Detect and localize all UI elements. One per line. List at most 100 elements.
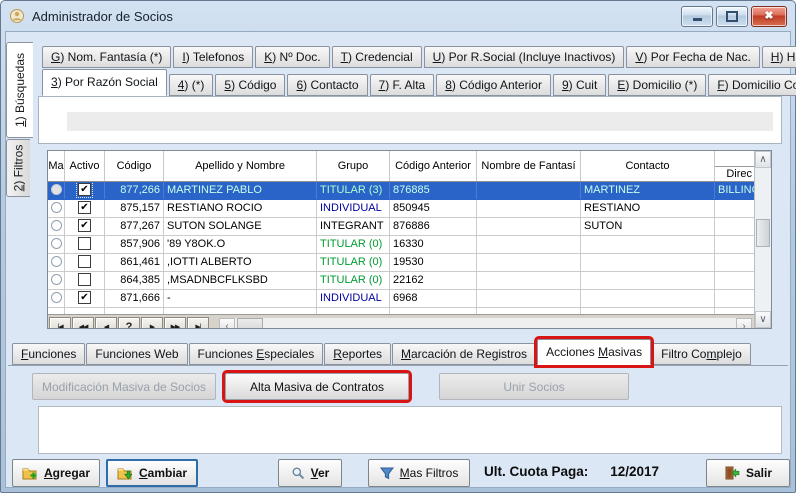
search-tab-f-domicilio-cob[interactable]: F) Domicilio Cob. bbox=[708, 74, 796, 96]
function-tab-filtro-complejo[interactable]: Filtro Complejo bbox=[652, 343, 751, 365]
search-tab-3-por-razon-social[interactable]: 3) Por Razón Social bbox=[42, 69, 167, 96]
checkbox[interactable] bbox=[78, 255, 91, 268]
column-header-ma[interactable]: Ma bbox=[48, 151, 65, 181]
ver-button[interactable]: Ver bbox=[278, 459, 342, 487]
radio[interactable] bbox=[51, 220, 62, 231]
client-area: 1) Búsquedas2) Filtros G) Nom. Fantasía … bbox=[5, 31, 791, 488]
search-tab-t-credencial[interactable]: T) Credencial bbox=[332, 46, 422, 68]
search-tab-u-por-r-social-incluye-inactivos[interactable]: U) Por R.Social (Incluye Inactivos) bbox=[424, 46, 625, 68]
cell-contacto bbox=[581, 254, 715, 271]
cell-activo: ✔ bbox=[65, 218, 105, 235]
function-tab-funciones-web[interactable]: Funciones Web bbox=[86, 343, 187, 365]
cell-direccion: BILLINGHURT 66 bbox=[715, 182, 754, 199]
cell-marker bbox=[48, 218, 65, 235]
maximize-button[interactable] bbox=[716, 6, 748, 27]
checkbox[interactable]: ✔ bbox=[78, 183, 91, 196]
grid-header: MaActivoCódigoApellido y NombreGrupoCódi… bbox=[48, 151, 754, 182]
vertical-scroll-thumb[interactable] bbox=[756, 219, 770, 247]
radio[interactable] bbox=[51, 292, 62, 303]
search-tab-i-telefonos[interactable]: I) Telefonos bbox=[173, 46, 253, 68]
column-header-codigo-anterior[interactable]: Código Anterior bbox=[390, 151, 477, 181]
search-tab-8-codigo-anterior[interactable]: 8) Código Anterior bbox=[436, 74, 551, 96]
vertical-scrollbar[interactable]: ∧ ∨ bbox=[754, 151, 771, 328]
salir-button[interactable]: Salir bbox=[706, 459, 790, 487]
radio[interactable] bbox=[51, 256, 62, 267]
side-tab-2-filtros[interactable]: 2) Filtros bbox=[6, 139, 30, 197]
nav-search-button[interactable]: ? bbox=[118, 317, 140, 328]
grid-row[interactable]: ✔871,666-INDIVIDUAL6968 bbox=[48, 290, 754, 308]
cambiar-button[interactable]: Cambiar bbox=[106, 459, 198, 487]
cell-nombre: RESTIANO ROCIO bbox=[164, 200, 317, 217]
search-tab-e-domicilio[interactable]: E) Domicilio (*) bbox=[608, 74, 706, 96]
cell-fantasia bbox=[477, 236, 581, 253]
close-button[interactable]: ✖ bbox=[751, 6, 787, 27]
search-tab-k-n-doc[interactable]: K) Nº Doc. bbox=[255, 46, 329, 68]
checkbox[interactable] bbox=[78, 237, 91, 250]
nav-last-button[interactable]: ▶| bbox=[187, 317, 209, 328]
function-tab-reportes[interactable]: Reportes bbox=[324, 343, 391, 365]
modificacion-masiva-de-socios-button: Modificación Masiva de Socios bbox=[32, 373, 216, 400]
search-tab-v-por-fecha-de-nac[interactable]: V) Por Fecha de Nac. bbox=[626, 46, 759, 68]
column-header-direc[interactable]: Direc bbox=[715, 151, 754, 181]
horizontal-scroll-thumb[interactable] bbox=[237, 318, 263, 328]
side-tab-1-busquedas[interactable]: 1) Búsquedas bbox=[6, 42, 33, 138]
scroll-left-icon[interactable]: ‹ bbox=[219, 318, 235, 328]
search-tab-4[interactable]: 4) (*) bbox=[169, 74, 214, 96]
scroll-down-icon[interactable]: ∨ bbox=[755, 311, 771, 328]
radio[interactable] bbox=[51, 184, 62, 195]
search-input[interactable] bbox=[67, 112, 773, 131]
ultima-cuota: Ult. Cuota Paga: 12/2017 bbox=[484, 464, 659, 479]
search-tab-h-huella-dactilar[interactable]: H) Huella Dactilar bbox=[762, 46, 796, 68]
checkbox[interactable]: ✔ bbox=[78, 201, 91, 214]
grid-row[interactable]: ✔877,266MARTINEZ PABLOTITULAR (3)876885M… bbox=[48, 182, 754, 200]
nav-next-page-button[interactable]: ▶▶ bbox=[164, 317, 186, 328]
nav-prior-button[interactable]: ◀ bbox=[95, 317, 117, 328]
title-bar[interactable]: Administrador de Socios ✖ bbox=[1, 1, 795, 31]
function-tab-marcacion-de-registros[interactable]: Marcación de Registros bbox=[392, 343, 536, 365]
nav-first-button[interactable]: |◀ bbox=[49, 317, 71, 328]
column-header-codigo[interactable]: Código bbox=[105, 151, 164, 181]
cell-marker bbox=[48, 290, 65, 307]
grid-row[interactable]: 857,906'89 Y8OK.OTITULAR (0)16330 bbox=[48, 236, 754, 254]
nav-next-button[interactable]: ▶ bbox=[141, 317, 163, 328]
column-header-apellido-y-nombre[interactable]: Apellido y Nombre bbox=[164, 151, 317, 181]
grid-row[interactable]: ✔875,157RESTIANO ROCIOINDIVIDUAL850945RE… bbox=[48, 200, 754, 218]
search-tab-g-nom-fantasia[interactable]: G) Nom. Fantasía (*) bbox=[42, 46, 171, 68]
search-tab-6-contacto[interactable]: 6) Contacto bbox=[287, 74, 367, 96]
column-header-grupo[interactable]: Grupo bbox=[317, 151, 390, 181]
function-tab-funciones[interactable]: Funciones bbox=[12, 343, 85, 365]
scroll-up-icon[interactable]: ∧ bbox=[755, 151, 771, 168]
grid-row[interactable]: 861,461,IOTTI ALBERTOTITULAR (0)19530 bbox=[48, 254, 754, 272]
column-header-contacto[interactable]: Contacto bbox=[581, 151, 715, 181]
search-tab-9-cuit[interactable]: 9) Cuit bbox=[553, 74, 606, 96]
members-grid: MaActivoCódigoApellido y NombreGrupoCódi… bbox=[47, 150, 772, 329]
grid-row[interactable]: ✔877,267SUTON SOLANGEINTEGRANT876886SUTO… bbox=[48, 218, 754, 236]
radio[interactable] bbox=[51, 238, 62, 249]
nav-prior-page-button[interactable]: ◀◀ bbox=[72, 317, 94, 328]
scroll-right-icon[interactable]: › bbox=[736, 318, 752, 328]
agregar-button[interactable]: Agregar bbox=[12, 459, 100, 487]
horizontal-scrollbar[interactable]: ‹ › bbox=[219, 318, 752, 328]
checkbox[interactable]: ✔ bbox=[78, 219, 91, 232]
checkbox[interactable] bbox=[78, 273, 91, 286]
search-tab-5-codigo[interactable]: 5) Código bbox=[215, 74, 285, 96]
search-tab-7-f-alta[interactable]: 7) F. Alta bbox=[370, 74, 435, 96]
vertical-scroll-track[interactable] bbox=[755, 168, 771, 311]
minimize-button[interactable] bbox=[681, 6, 713, 27]
alta-masiva-de-contratos-button[interactable]: Alta Masiva de Contratos bbox=[225, 373, 409, 400]
radio[interactable] bbox=[51, 274, 62, 285]
column-header-nombre-de-fantasi[interactable]: Nombre de Fantasí bbox=[477, 151, 581, 181]
column-header-activo[interactable]: Activo bbox=[65, 151, 105, 181]
grid-row[interactable]: 864,385,MSADNBCFLKSBDTITULAR (0)22162 bbox=[48, 272, 754, 290]
cell-marker bbox=[48, 182, 65, 199]
mas-filtros-button[interactable]: Mas Filtros bbox=[368, 459, 470, 487]
cell-contacto: SUTON bbox=[581, 218, 715, 235]
cell-fantasia bbox=[477, 272, 581, 289]
cell-grupo: INTEGRANT bbox=[317, 218, 390, 235]
function-tab-funciones-especiales[interactable]: Funciones Especiales bbox=[189, 343, 324, 365]
radio[interactable] bbox=[51, 202, 62, 213]
function-tab-acciones-masivas[interactable]: Acciones Masivas bbox=[537, 339, 651, 365]
cell-nombre: - bbox=[164, 290, 317, 307]
search-tabs-row-1: G) Nom. Fantasía (*)I) TelefonosK) Nº Do… bbox=[42, 42, 782, 68]
checkbox[interactable]: ✔ bbox=[78, 291, 91, 304]
